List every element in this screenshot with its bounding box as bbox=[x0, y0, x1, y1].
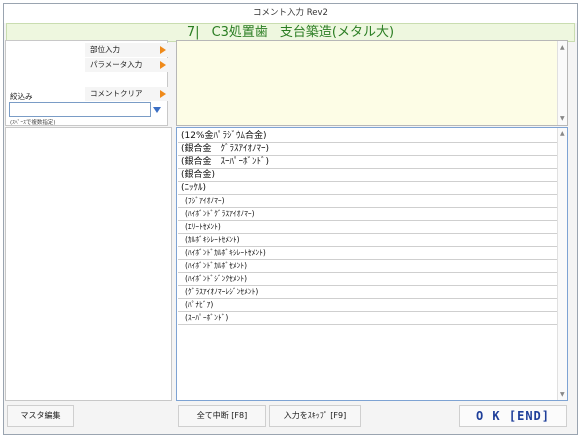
comment-clear-button[interactable]: コメントクリア bbox=[85, 87, 169, 101]
list-item[interactable]: (ｸﾞﾗｽｱｲｵﾉﾏｰﾚｼﾞﾝｾﾒﾝﾄ) bbox=[178, 286, 557, 299]
scroll-up-icon[interactable]: ▲ bbox=[560, 44, 565, 51]
list-item[interactable]: (ｽｰﾊﾟｰﾎﾞﾝﾄﾞ) bbox=[178, 312, 557, 325]
procedure-title: C3処置歯 bbox=[211, 25, 268, 40]
list-scrollbar[interactable]: ▲ ▼ bbox=[557, 128, 567, 400]
master-edit-button[interactable]: マスタ編集 bbox=[7, 405, 74, 427]
list-item[interactable]: (ｶﾙﾎﾞｷｼﾚｰﾄｾﾒﾝﾄ) bbox=[178, 234, 557, 247]
arrow-right-icon bbox=[160, 61, 166, 69]
site-input-button[interactable]: 部位入力 bbox=[85, 43, 169, 57]
list-item[interactable]: (ﾌｼﾞｱｲｵﾉﾏｰ) bbox=[178, 195, 557, 208]
window-title: コメント入力 Rev2 bbox=[253, 8, 328, 18]
scroll-down-icon[interactable]: ▼ bbox=[560, 391, 565, 398]
left-list-panel[interactable] bbox=[5, 127, 172, 401]
chevron-down-icon[interactable] bbox=[153, 107, 161, 113]
scroll-down-icon[interactable]: ▼ bbox=[560, 115, 565, 122]
skip-input-button[interactable]: 入力をｽｷｯﾌﾟ [F9] bbox=[269, 405, 361, 427]
list-item[interactable]: (ｴﾘｰﾄｾﾒﾝﾄ) bbox=[178, 221, 557, 234]
list-item[interactable]: (ﾊｲﾎﾞﾝﾄﾞｶﾙﾎﾞｾﾒﾝﾄ) bbox=[178, 260, 557, 273]
abort-all-button[interactable]: 全て中断 [F8] bbox=[178, 405, 266, 427]
list-item[interactable]: (ﾊｲﾎﾞﾝﾄﾞｸﾞﾗｽｱｲｵﾉﾏｰ) bbox=[178, 208, 557, 221]
parameter-input-button[interactable]: パラメータ入力 bbox=[85, 58, 169, 72]
comment-clear-label: コメントクリア bbox=[90, 89, 143, 98]
site-input-label: 部位入力 bbox=[90, 45, 120, 54]
arrow-right-icon bbox=[160, 46, 166, 54]
title-bar: コメント入力 Rev2 bbox=[4, 4, 577, 23]
list-item[interactable]: (ﾊｲﾎﾞﾝﾄﾞｶﾙﾎﾞｷｼﾚｰﾄｾﾒﾝﾄ) bbox=[178, 247, 557, 260]
comment-memo-area[interactable]: ▲ ▼ bbox=[176, 40, 568, 126]
tooth-position: 7| bbox=[186, 25, 200, 40]
left-control-panel: 部位入力 パラメータ入力 コメントクリア 絞込み (ｽﾍﾟｰｽで複数指定) bbox=[5, 40, 169, 126]
list-item[interactable]: (銀合金 ｸﾞﾗｽｱｲｵﾉﾏｰ) bbox=[178, 143, 557, 156]
list-item[interactable]: (銀合金) bbox=[178, 169, 557, 182]
memo-scrollbar[interactable]: ▲ ▼ bbox=[557, 41, 567, 125]
procedure-subtitle: 支台築造(メタル大) bbox=[279, 25, 395, 40]
filter-label: 絞込み bbox=[10, 92, 33, 101]
ok-end-button[interactable]: O K [END] bbox=[459, 405, 567, 427]
list-item[interactable]: (12%金ﾊﾟﾗｼﾞｳﾑ合金) bbox=[178, 130, 557, 143]
list-item[interactable]: (ﾆｯｹﾙ) bbox=[178, 182, 557, 195]
list-item[interactable]: (ﾊﾟﾅﾋﾞｱ) bbox=[178, 299, 557, 312]
scroll-up-icon[interactable]: ▲ bbox=[560, 130, 565, 137]
comment-list[interactable]: (12%金ﾊﾟﾗｼﾞｳﾑ合金) (銀合金 ｸﾞﾗｽｱｲｵﾉﾏｰ) (銀合金 ｽｰ… bbox=[176, 127, 568, 401]
list-item[interactable]: (銀合金 ｽｰﾊﾟｰﾎﾞﾝﾄﾞ) bbox=[178, 156, 557, 169]
list-item[interactable]: (ﾊｲﾎﾞﾝﾄﾞｼﾞﾝｸｾﾒﾝﾄ) bbox=[178, 273, 557, 286]
filter-input[interactable] bbox=[9, 102, 151, 117]
arrow-right-icon bbox=[160, 90, 166, 98]
parameter-input-label: パラメータ入力 bbox=[90, 60, 143, 69]
filter-hint: (ｽﾍﾟｰｽで複数指定) bbox=[10, 120, 56, 126]
